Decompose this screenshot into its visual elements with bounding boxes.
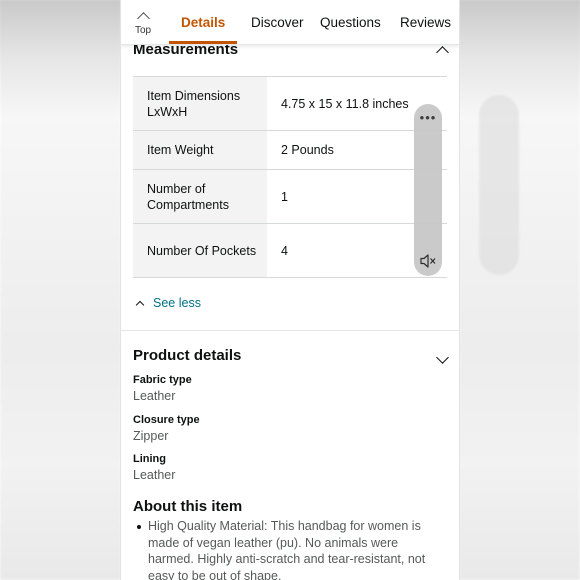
attribute-value: Leather [133, 468, 176, 482]
attribute-key: Fabric type [133, 374, 192, 386]
speaker-muted-icon[interactable] [420, 254, 436, 268]
table-row: Number Of Pockets 4 [133, 223, 447, 278]
about-item-title: About this item [133, 498, 243, 515]
attribute-key: Lining [133, 453, 166, 465]
section-divider [121, 330, 459, 331]
spec-key: Item Dimensions LxWxH [133, 76, 267, 131]
table-row: Item Weight 2 Pounds [133, 130, 447, 170]
collapse-chevron-icon[interactable] [436, 46, 449, 59]
see-less-link[interactable]: See less [133, 296, 201, 310]
more-dots-icon[interactable]: ••• [414, 111, 442, 124]
spec-key: Number Of Pockets [133, 223, 267, 278]
tab-reviews[interactable]: Reviews [400, 0, 451, 44]
section-tab-bar: Top Details Discover Questions Reviews [121, 0, 459, 45]
chevron-up-icon [136, 12, 150, 25]
attribute-value: Zipper [133, 429, 169, 443]
bullet-icon [137, 525, 141, 529]
attribute-value: Leather [133, 389, 176, 403]
table-row: Number of Compartments 1 [133, 169, 447, 224]
tab-details[interactable]: Details [168, 0, 238, 44]
spec-key: Number of Compartments [133, 169, 267, 224]
back-to-top-label: Top [134, 25, 152, 36]
tab-discover[interactable]: Discover [251, 0, 304, 44]
measurements-table: Item Dimensions LxWxH 4.75 x 15 x 11.8 i… [133, 76, 447, 278]
about-bullet: High Quality Material: This handbag for … [148, 519, 426, 580]
tab-questions[interactable]: Questions [320, 0, 381, 44]
floating-video-control[interactable]: ••• [414, 104, 442, 276]
spec-key: Item Weight [133, 130, 267, 170]
phone-screen: Top Details Discover Questions Reviews M… [121, 0, 459, 580]
blurred-backdrop-left [0, 0, 121, 580]
back-to-top-button[interactable]: Top [121, 0, 165, 44]
chevron-up-icon [135, 300, 145, 309]
see-less-label: See less [153, 296, 201, 310]
table-row: Item Dimensions LxWxH 4.75 x 15 x 11.8 i… [133, 76, 447, 131]
blurred-backdrop-right [459, 0, 580, 580]
expand-chevron-icon[interactable] [436, 351, 449, 364]
attribute-key: Closure type [133, 414, 200, 426]
product-details-title: Product details [133, 347, 242, 364]
